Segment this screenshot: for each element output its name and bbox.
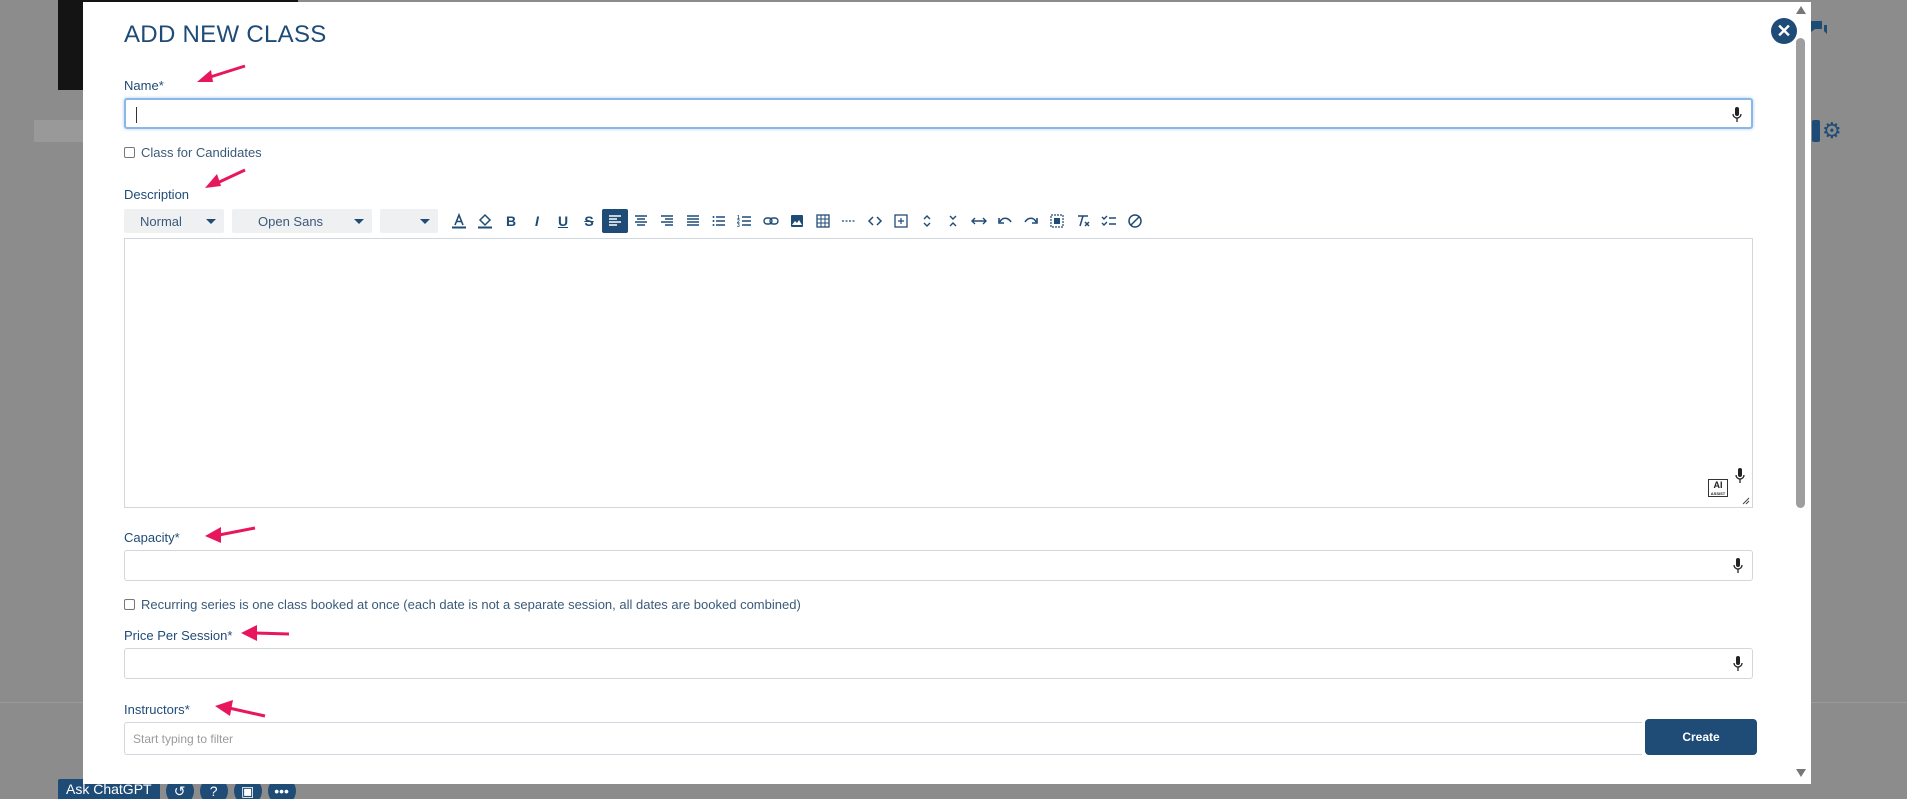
italic-icon[interactable]: I xyxy=(524,209,550,233)
annotation-arrow xyxy=(241,625,290,641)
instructors-label: Instructors* xyxy=(124,702,190,717)
bold-icon[interactable]: B xyxy=(498,209,524,233)
redo-icon[interactable] xyxy=(1018,209,1044,233)
modal-title: ADD NEW CLASS xyxy=(124,21,327,48)
highlight-color-icon[interactable] xyxy=(472,209,498,233)
price-per-session-label: Price Per Session* xyxy=(124,628,233,643)
class-for-candidates-row[interactable]: Class for Candidates xyxy=(124,145,262,160)
bullet-list-icon[interactable] xyxy=(706,209,732,233)
microphone-icon[interactable] xyxy=(1731,106,1743,124)
expand-vertical-icon[interactable] xyxy=(914,209,940,233)
undo-icon[interactable] xyxy=(992,209,1018,233)
svg-text:3: 3 xyxy=(737,223,740,229)
table-icon[interactable] xyxy=(810,209,836,233)
expand-horizontal-icon[interactable] xyxy=(966,209,992,233)
create-button[interactable]: Create xyxy=(1645,719,1757,755)
align-left-icon[interactable] xyxy=(602,209,628,233)
clear-formatting-icon[interactable] xyxy=(1070,209,1096,233)
fullscreen-icon[interactable] xyxy=(888,209,914,233)
annotation-arrow xyxy=(205,526,256,543)
annotation-arrow xyxy=(197,64,246,82)
scrollbar-thumb[interactable] xyxy=(1796,38,1805,508)
background-button xyxy=(1812,120,1820,142)
numbered-list-icon[interactable]: 123 xyxy=(732,209,758,233)
checklist-icon[interactable] xyxy=(1096,209,1122,233)
recurring-series-checkbox[interactable] xyxy=(124,599,135,610)
image-icon[interactable] xyxy=(784,209,810,233)
collapse-vertical-icon[interactable] xyxy=(940,209,966,233)
description-editor[interactable]: AI ASSIST xyxy=(124,238,1753,508)
editor-toolbar: Normal Open Sans B I U S 123 xyxy=(124,208,1148,234)
name-label: Name* xyxy=(124,78,164,93)
text-caret xyxy=(136,107,137,123)
font-color-icon[interactable] xyxy=(446,209,472,233)
price-per-session-input[interactable] xyxy=(124,648,1753,679)
horizontal-rule-icon[interactable] xyxy=(836,209,862,233)
align-center-icon[interactable] xyxy=(628,209,654,233)
capacity-label: Capacity* xyxy=(124,530,180,545)
align-justify-icon[interactable] xyxy=(680,209,706,233)
scroll-up-icon[interactable] xyxy=(1796,6,1806,14)
link-icon[interactable] xyxy=(758,209,784,233)
gear-icon[interactable]: ⚙ xyxy=(1822,120,1842,142)
capacity-input[interactable] xyxy=(124,550,1753,581)
annotation-arrow xyxy=(205,168,246,188)
font-family-select[interactable]: Open Sans xyxy=(232,209,372,233)
align-right-icon[interactable] xyxy=(654,209,680,233)
chat-icon[interactable] xyxy=(1810,20,1828,36)
description-label: Description xyxy=(124,187,190,202)
microphone-icon[interactable] xyxy=(1732,557,1744,575)
microphone-icon[interactable] xyxy=(1732,655,1744,673)
name-input[interactable] xyxy=(124,98,1753,129)
microphone-icon[interactable] xyxy=(1734,467,1746,485)
paragraph-style-select[interactable]: Normal xyxy=(124,209,224,233)
font-size-select[interactable] xyxy=(380,209,438,233)
class-for-candidates-label: Class for Candidates xyxy=(141,145,262,160)
code-view-icon[interactable] xyxy=(862,209,888,233)
modal-scrollbar[interactable] xyxy=(1794,2,1808,784)
ai-assist-badge[interactable]: AI ASSIST xyxy=(1708,479,1728,497)
instructors-filter[interactable] xyxy=(124,722,1642,755)
strikethrough-icon[interactable]: S xyxy=(576,209,602,233)
select-all-icon[interactable] xyxy=(1044,209,1070,233)
disable-icon[interactable] xyxy=(1122,209,1148,233)
add-class-modal: ADD NEW CLASS Name* Class for Candidates… xyxy=(83,2,1811,784)
scroll-down-icon[interactable] xyxy=(1796,769,1806,777)
recurring-series-label: Recurring series is one class booked at … xyxy=(141,597,801,612)
underline-icon[interactable]: U xyxy=(550,209,576,233)
instructors-filter-input[interactable] xyxy=(133,731,1642,746)
class-for-candidates-checkbox[interactable] xyxy=(124,147,135,158)
recurring-series-row[interactable]: Recurring series is one class booked at … xyxy=(124,597,801,612)
annotation-arrow xyxy=(215,700,266,718)
resize-grip-icon[interactable] xyxy=(1742,497,1750,505)
